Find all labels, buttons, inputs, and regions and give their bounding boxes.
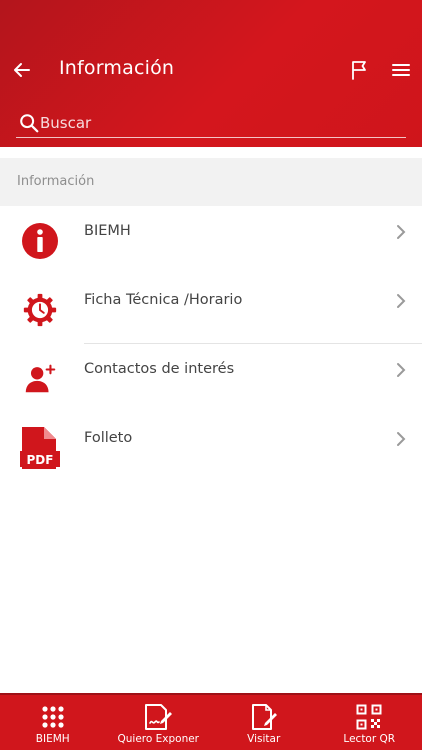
search-input[interactable] bbox=[40, 111, 400, 135]
search-bar bbox=[16, 108, 406, 138]
tab-quiero-exponer[interactable]: Quiero Exponer bbox=[106, 695, 212, 750]
svg-text:PDF: PDF bbox=[27, 453, 54, 467]
list-item-ficha-tecnica[interactable]: Ficha Técnica /Horario bbox=[0, 275, 422, 344]
back-button[interactable] bbox=[10, 58, 34, 82]
list-item-contactos[interactable]: Contactos de interés bbox=[0, 344, 422, 413]
tab-label: Visitar bbox=[247, 733, 281, 745]
section-title: Información bbox=[17, 174, 95, 189]
chevron-right-icon bbox=[397, 225, 406, 239]
item-label: Contactos de interés bbox=[84, 361, 235, 377]
tab-label: BIEMH bbox=[35, 733, 70, 745]
menu-button[interactable] bbox=[389, 58, 413, 82]
pdf-file-icon: PDF bbox=[18, 426, 62, 470]
tab-biemh[interactable]: BIEMH bbox=[0, 695, 106, 750]
hamburger-menu-icon bbox=[392, 64, 410, 76]
flag-icon bbox=[352, 61, 366, 80]
edit-document-icon bbox=[249, 703, 279, 731]
chevron-right-icon bbox=[397, 432, 406, 446]
chevron-right-icon bbox=[397, 363, 406, 377]
sign-document-icon bbox=[143, 703, 173, 731]
arrow-left-icon bbox=[14, 63, 30, 77]
info-icon bbox=[18, 219, 62, 263]
info-list: BIEMH Ficha Técnica /Horario Contactos d… bbox=[0, 206, 422, 482]
add-contact-icon bbox=[18, 357, 62, 401]
flag-button[interactable] bbox=[348, 58, 372, 82]
search-icon bbox=[20, 114, 39, 133]
page-title: Información bbox=[59, 57, 175, 79]
section-header: Información bbox=[0, 158, 422, 206]
chevron-right-icon bbox=[397, 294, 406, 308]
gear-clock-icon bbox=[18, 288, 62, 332]
grid-dots-icon bbox=[38, 703, 68, 731]
tab-lector-qr[interactable]: Lector QR bbox=[317, 695, 422, 750]
item-label: Folleto bbox=[84, 430, 133, 446]
tab-visitar[interactable]: Visitar bbox=[211, 695, 317, 750]
app-header: Información bbox=[0, 0, 422, 147]
bottom-tab-bar: BIEMH Quiero Exponer Visitar Lector QR bbox=[0, 693, 422, 750]
list-item-biemh[interactable]: BIEMH bbox=[0, 206, 422, 275]
item-label: Ficha Técnica /Horario bbox=[84, 292, 243, 308]
qr-code-icon bbox=[354, 703, 384, 731]
tab-label: Quiero Exponer bbox=[117, 733, 199, 745]
list-item-folleto[interactable]: PDF Folleto bbox=[0, 413, 422, 482]
tab-label: Lector QR bbox=[343, 733, 396, 745]
item-label: BIEMH bbox=[84, 223, 131, 239]
